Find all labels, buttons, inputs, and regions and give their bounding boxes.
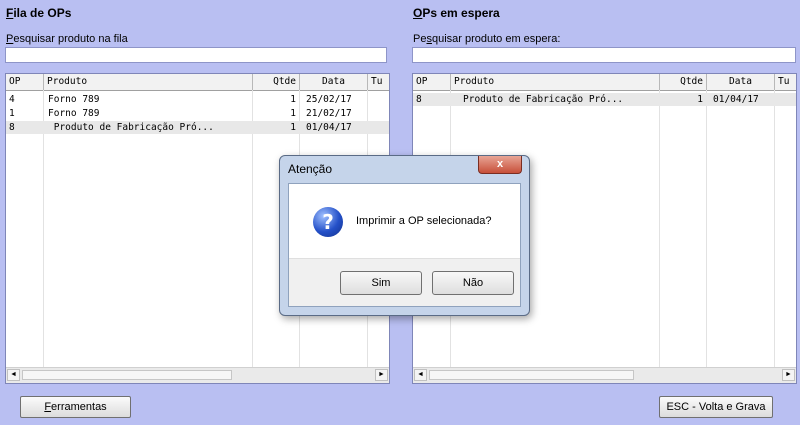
row-qtde: 1 bbox=[290, 122, 296, 133]
close-icon[interactable]: x bbox=[478, 156, 522, 174]
right-grid-header: OP Produto Qtde Data Tu bbox=[413, 74, 796, 91]
right-search-label: Pesquisar produto em espera: bbox=[413, 33, 561, 45]
row-produto: Forno 789 bbox=[48, 94, 100, 105]
row-data: 01/04/17 bbox=[306, 122, 352, 133]
col-op[interactable]: OP bbox=[413, 74, 451, 90]
row-produto: Forno 789 bbox=[48, 108, 100, 119]
left-search-input[interactable] bbox=[5, 47, 387, 63]
dialog-body: ? Imprimir a OP selecionada? Sim Não bbox=[288, 183, 521, 307]
table-row[interactable]: 1 Forno 789 1 21/02/17 bbox=[6, 107, 389, 120]
table-row[interactable]: 8 Produto de Fabricação Pró... 1 01/04/1… bbox=[6, 121, 389, 134]
no-button[interactable]: Não bbox=[432, 271, 514, 295]
scroll-left-icon[interactable]: ◄ bbox=[7, 369, 20, 381]
col-tu[interactable]: Tu bbox=[775, 74, 796, 90]
row-data: 01/04/17 bbox=[713, 94, 759, 105]
dialog-message: Imprimir a OP selecionada? bbox=[356, 215, 492, 227]
scroll-right-icon[interactable]: ► bbox=[375, 369, 388, 381]
col-qtde[interactable]: Qtde bbox=[253, 74, 300, 90]
col-produto[interactable]: Produto bbox=[44, 74, 253, 90]
row-produto: Produto de Fabricação Pró... bbox=[48, 122, 214, 133]
confirm-dialog: Atenção x ? Imprimir a OP selecionada? S… bbox=[279, 155, 530, 316]
row-qtde: 1 bbox=[290, 108, 296, 119]
left-grid-header: OP Produto Qtde Data Tu bbox=[6, 74, 389, 91]
row-op: 4 bbox=[9, 94, 15, 105]
row-data: 21/02/17 bbox=[306, 108, 352, 119]
scroll-right-icon[interactable]: ► bbox=[782, 369, 795, 381]
row-produto: Produto de Fabricação Pró... bbox=[463, 94, 624, 105]
col-data[interactable]: Data bbox=[300, 74, 368, 90]
dialog-title: Atenção bbox=[288, 162, 333, 176]
col-tu[interactable]: Tu bbox=[368, 74, 389, 90]
tools-button[interactable]: Ferramentas bbox=[20, 396, 131, 418]
col-op[interactable]: OP bbox=[6, 74, 44, 90]
question-icon: ? bbox=[313, 207, 343, 237]
row-op: 8 bbox=[416, 94, 422, 105]
col-qtde[interactable]: Qtde bbox=[660, 74, 707, 90]
table-row[interactable]: 8 Produto de Fabricação Pró... 1 01/04/1… bbox=[413, 93, 796, 106]
left-panel-title: Fila de OPs bbox=[6, 6, 72, 20]
col-data[interactable]: Data bbox=[707, 74, 775, 90]
row-qtde: 1 bbox=[697, 94, 703, 105]
scroll-thumb[interactable] bbox=[22, 370, 232, 380]
yes-button[interactable]: Sim bbox=[340, 271, 422, 295]
left-search-label: Pesquisar produto na fila bbox=[6, 33, 128, 45]
row-data: 25/02/17 bbox=[306, 94, 352, 105]
right-horizontal-scrollbar[interactable]: ◄ ► bbox=[413, 367, 796, 383]
table-row[interactable]: 4 Forno 789 1 25/02/17 bbox=[6, 93, 389, 106]
right-search-input[interactable] bbox=[412, 47, 796, 63]
back-save-button[interactable]: ESC - Volta e Grava bbox=[659, 396, 773, 418]
right-panel-title: OPs em espera bbox=[413, 6, 500, 20]
left-horizontal-scrollbar[interactable]: ◄ ► bbox=[6, 367, 389, 383]
row-op: 8 bbox=[9, 122, 15, 133]
dialog-footer: Sim Não bbox=[289, 258, 520, 306]
col-produto[interactable]: Produto bbox=[451, 74, 660, 90]
row-op: 1 bbox=[9, 108, 15, 119]
row-qtde: 1 bbox=[290, 94, 296, 105]
scroll-thumb[interactable] bbox=[429, 370, 634, 380]
scroll-left-icon[interactable]: ◄ bbox=[414, 369, 427, 381]
